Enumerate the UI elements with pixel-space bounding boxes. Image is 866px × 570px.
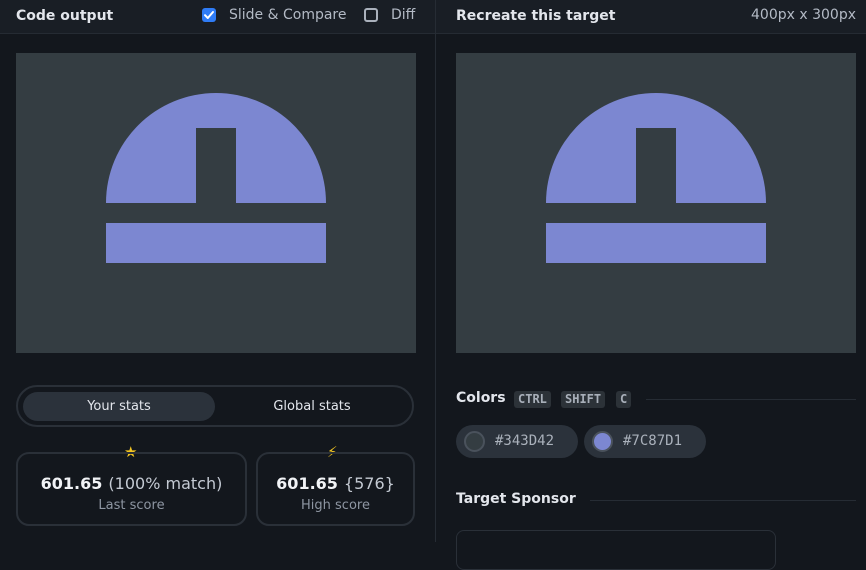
color-hex: #7C87D1 — [623, 433, 683, 449]
last-score-match: (100% match) — [108, 474, 223, 493]
code-output-panel: Code output Slide & Compare Diff Your st… — [0, 0, 435, 542]
high-score-chars: {576} — [343, 474, 395, 493]
color-chip-dark[interactable]: #343D42 — [456, 425, 578, 458]
last-score-value: 601.65 — [40, 474, 103, 493]
target-shape — [546, 93, 766, 263]
shortcut-ctrl: CTRL — [514, 391, 551, 408]
last-score-caption: Last score — [98, 498, 165, 513]
code-output-canvas[interactable] — [16, 53, 416, 353]
code-output-header: Code output Slide & Compare Diff — [0, 0, 435, 34]
target-header: Recreate this target 400px x 300px — [436, 0, 866, 34]
checkmark-icon — [204, 11, 214, 19]
target-dimensions: 400px x 300px — [751, 7, 856, 23]
shortcut-c: C — [616, 391, 632, 408]
target-canvas — [456, 53, 856, 353]
color-hex: #343D42 — [495, 433, 555, 449]
diff-label[interactable]: Diff — [391, 7, 415, 23]
color-swatch — [592, 431, 613, 452]
last-score-card: 601.65 (100% match) Last score — [16, 452, 247, 526]
color-swatch — [464, 431, 485, 452]
output-shape — [106, 93, 326, 263]
tab-global-stats[interactable]: Global stats — [216, 392, 408, 421]
stats-tabs: Your stats Global stats — [16, 385, 414, 427]
high-score-caption: High score — [301, 498, 370, 513]
high-score-card: 601.65 {576} High score — [256, 452, 415, 526]
high-score-value: 601.65 — [276, 474, 338, 493]
code-output-title: Code output — [16, 8, 114, 24]
slide-compare-label[interactable]: Slide & Compare — [229, 7, 347, 23]
colors-title: Colors — [456, 390, 506, 406]
colors-divider — [646, 399, 856, 400]
sponsor-title: Target Sponsor — [456, 491, 576, 507]
shortcut-shift: SHIFT — [561, 391, 606, 408]
tab-your-stats[interactable]: Your stats — [23, 392, 215, 421]
diff-checkbox[interactable] — [364, 8, 378, 22]
slide-compare-checkbox[interactable] — [202, 8, 216, 22]
sponsor-divider — [590, 500, 856, 501]
sponsor-card[interactable] — [456, 530, 776, 570]
target-title: Recreate this target — [456, 8, 616, 24]
color-chip-purple[interactable]: #7C87D1 — [584, 425, 706, 458]
